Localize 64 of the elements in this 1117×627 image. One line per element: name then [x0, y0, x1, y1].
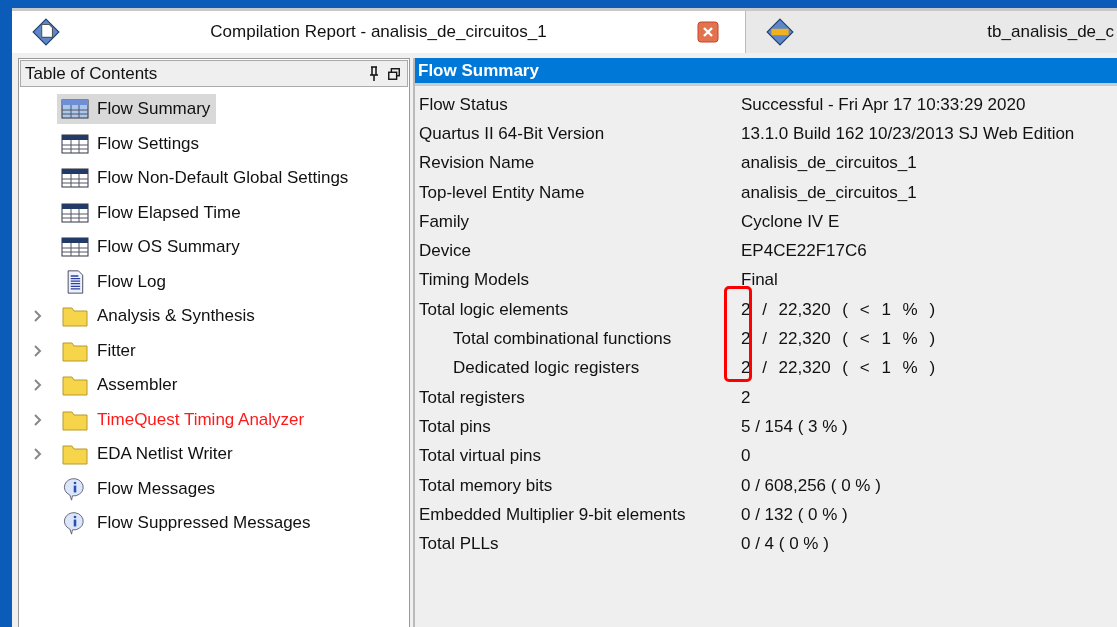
- table-cell-text: Family: [418, 211, 471, 232]
- close-icon[interactable]: [697, 21, 719, 43]
- table-icon: [61, 97, 89, 122]
- table-cell: 2: [741, 387, 751, 408]
- table-cell: 0: [741, 446, 751, 467]
- tree-item[interactable]: Flow OS Summary: [57, 232, 246, 263]
- table-cell: Successful - Fri Apr 17 10:33:29 2020: [741, 94, 1026, 115]
- table-cell: 0 / 132 ( 0 % ): [741, 504, 848, 525]
- table-cell: 2 / 22,320 ( < 1 % ): [741, 358, 936, 379]
- table-icon: [61, 166, 89, 191]
- table-cell-text: Total memory bits: [418, 475, 554, 496]
- tree-item[interactable]: Flow Summary: [57, 94, 217, 125]
- table-cell: 2 / 22,320 ( < 1 % ): [741, 329, 936, 349]
- report-title: Flow Summary: [418, 60, 539, 81]
- table-cell-text: Embedded Multiplier 9-bit elements: [418, 504, 687, 525]
- tab-label: Compilation Report - analisis_de_circuitos_1: [209, 22, 548, 42]
- tree-item[interactable]: EDA Netlist Writer: [57, 439, 239, 470]
- folder-icon: [61, 442, 89, 467]
- table-cell: 2 / 22,320 ( < 1 % ): [741, 299, 936, 320]
- table-cell-text: Device: [418, 241, 472, 262]
- table-icon: [61, 200, 89, 225]
- table-cell-text: Total combinational functions: [452, 329, 673, 349]
- table-cell: analisis_de_circuitos_1: [741, 153, 917, 174]
- tab-label: tb_analisis_de_c: [986, 22, 1114, 42]
- table-cell-text: Total logic elements: [418, 299, 570, 320]
- table-cell: EP4CE22F17C6: [741, 241, 867, 262]
- table-cell-text: Quartus II 64-Bit Version: [418, 123, 606, 144]
- table-cell: analisis_de_circuitos_1: [741, 182, 917, 203]
- document-tab[interactable]: tb_analisis_de_c: [745, 11, 1117, 53]
- table-cell: 0 / 4 ( 0 % ): [741, 534, 829, 555]
- table-cell: Cyclone IV E: [741, 211, 840, 232]
- table-cell-text: Total virtual pins: [418, 446, 542, 467]
- text-file-icon: [766, 18, 794, 46]
- tree-item[interactable]: Flow Elapsed Time: [57, 197, 247, 228]
- table-icon: [61, 235, 89, 260]
- table-cell-text: Total registers: [418, 387, 526, 408]
- table-cell-text: Revision Name: [418, 153, 536, 174]
- table-cell: 13.1.0 Build 162 10/23/2013 SJ Web Edition: [741, 123, 1075, 144]
- folder-icon: [61, 304, 89, 329]
- table-cell: 5 / 154 ( 3 % ): [741, 416, 848, 437]
- panel-title: Table of Contents: [25, 63, 159, 84]
- document-icon: [32, 18, 60, 46]
- tree-item[interactable]: Flow Log: [57, 266, 172, 297]
- tree-item[interactable]: Analysis & Synthesis: [57, 301, 261, 332]
- tree-item[interactable]: Flow Settings: [57, 128, 206, 159]
- tree-item[interactable]: Fitter: [57, 335, 142, 366]
- document-tab[interactable]: Compilation Report - analisis_de_circuitos_1: [12, 11, 745, 53]
- table-cell-text: Flow Status: [418, 94, 509, 115]
- restore-icon[interactable]: [387, 65, 401, 82]
- tree-item[interactable]: Assembler: [57, 370, 184, 401]
- tree-item[interactable]: Flow Messages: [57, 473, 222, 504]
- folder-icon: [61, 373, 89, 398]
- table-cell-text: Dedicated logic registers: [452, 358, 641, 379]
- tree-item[interactable]: Flow Suppressed Messages: [57, 508, 317, 539]
- tree-item[interactable]: Flow Non-Default Global Settings: [57, 163, 355, 194]
- table-cell: 0 / 608,256 ( 0 % ): [741, 475, 881, 496]
- table-cell-text: Timing Models: [418, 270, 530, 291]
- table-cell-text: Top-level Entity Name: [418, 182, 586, 203]
- pin-icon[interactable]: [367, 65, 381, 82]
- table-cell-text: Total PLLs: [418, 534, 500, 555]
- tree-item[interactable]: TimeQuest Timing Analyzer: [57, 404, 311, 435]
- table-icon: [61, 131, 89, 156]
- table-cell: Final: [741, 270, 778, 291]
- table-cell-text: Total pins: [418, 416, 492, 437]
